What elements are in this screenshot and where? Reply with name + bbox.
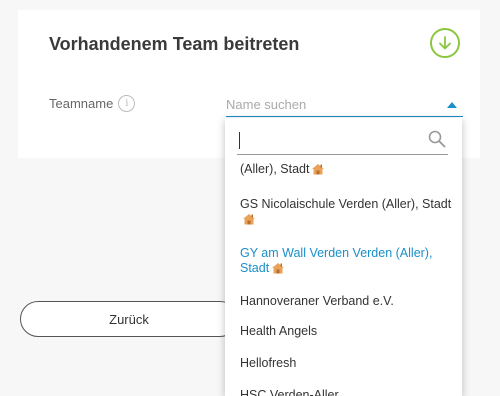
dropdown-option[interactable]: (Aller), Stadt [240,162,455,179]
caret-up-icon [447,101,457,108]
teamname-label: Teamname [49,96,114,111]
option-label: (Aller), Stadt [240,162,310,176]
option-label: Health Angels [240,324,318,338]
option-label: HSC Verden-Aller [240,388,339,396]
option-label: GY am Wall Verden Verden (Aller), Stadt [240,246,433,275]
dropdown-option[interactable]: GY am Wall Verden Verden (Aller), Stadt [240,246,455,278]
select-placeholder: Name suchen [226,97,307,112]
dropdown-option[interactable]: GS Nicolaischule Verden (Aller), Stadt [240,197,455,229]
download-circle-button[interactable] [430,28,460,58]
card-title: Vorhandenem Team beitreten [49,34,300,54]
option-label: GS Nicolaischule Verden (Aller), Stadt [240,197,452,211]
dropdown-option[interactable]: HSC Verden-Aller [240,388,455,396]
house-icon [311,163,325,179]
house-icon [271,262,285,278]
dropdown-option[interactable]: Health Angels [240,324,455,339]
option-label: Hellofresh [240,356,297,370]
text-cursor [239,132,240,149]
back-button[interactable]: Zurück [20,301,238,337]
option-label: Hannoveraner Verband e.V. [240,294,394,308]
dropdown-search-input[interactable] [237,128,448,155]
team-dropdown: (Aller), Stadt GS Nicolaischule Verden (A… [225,118,462,396]
dropdown-option[interactable]: Hellofresh [240,356,455,371]
teamname-label-row: Teamname i [49,95,136,112]
arrow-down-icon [439,36,451,50]
info-icon[interactable]: i [118,95,136,112]
house-icon [242,213,256,229]
teamname-select[interactable]: Name suchen [226,93,463,117]
dropdown-option[interactable]: Hannoveraner Verband e.V. [240,294,455,309]
search-icon[interactable] [428,130,446,148]
